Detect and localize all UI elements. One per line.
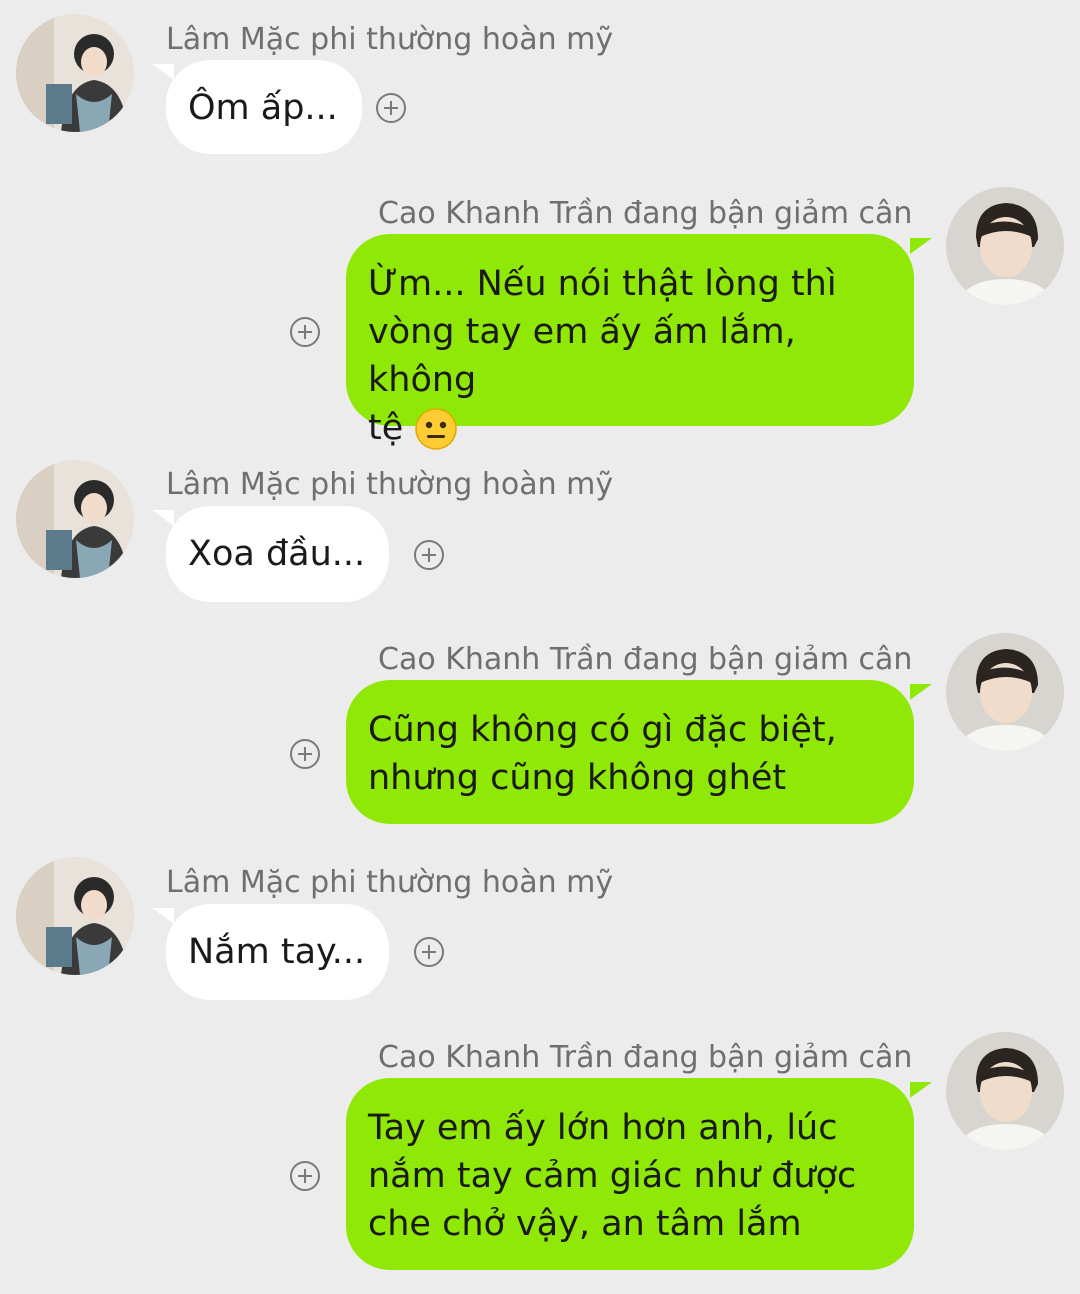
message-text: Nắm tay... [188,932,366,972]
avatar-photo [946,187,1064,305]
message-bubble[interactable]: Cũng không có gì đặc biệt, nhưng cũng kh… [346,680,914,824]
bubble-tail [910,238,932,254]
sender-name: Cao Khanh Trần đang bận giảm cân [378,642,913,677]
message-bubble[interactable]: Ôm ấp... [166,60,362,154]
avatar-lam-mac[interactable] [16,857,134,975]
sender-name: Lâm Mặc phi thường hoàn mỹ [166,865,614,900]
neutral-face-icon [415,408,458,450]
avatar-cao-khanh-tran[interactable] [946,1032,1064,1150]
message-text-line: Cũng không có gì đặc biệt, [368,710,837,750]
message-text-line: vòng tay em ấy ấm lắm, không [368,312,796,400]
plus-circle-icon[interactable] [290,317,320,347]
message-text-line: nhưng cũng không ghét [368,758,787,798]
message-bubble[interactable]: Nắm tay... [166,904,390,1000]
message-text: tệ [368,408,404,448]
bubble-tail [152,510,174,526]
bubble-tail [910,1082,932,1098]
message-text-line: nắm tay cảm giác như được [368,1156,857,1196]
message-bubble[interactable]: Xoa đầu... [166,506,390,602]
sender-name: Lâm Mặc phi thường hoàn mỹ [166,22,614,57]
avatar-photo [16,857,134,975]
avatar-lam-mac[interactable] [16,460,134,578]
message-text-line: che chở vậy, an tâm lắm [368,1204,802,1244]
bubble-tail [152,908,174,924]
plus-circle-icon[interactable] [290,739,320,769]
avatar-photo [16,460,134,578]
avatar-photo [16,14,134,132]
avatar-cao-khanh-tran[interactable] [946,633,1064,751]
sender-name: Lâm Mặc phi thường hoàn mỹ [166,467,614,502]
sender-name: Cao Khanh Trần đang bận giảm cân [378,196,913,231]
message-text: Ôm ấp... [188,88,338,128]
sender-name: Cao Khanh Trần đang bận giảm cân [378,1040,913,1075]
avatar-photo [946,1032,1064,1150]
plus-circle-icon[interactable] [376,93,406,123]
plus-circle-icon[interactable] [414,937,444,967]
message-text-line: Ừm... Nếu nói thật lòng thì [368,264,837,304]
message-text-line-with-emoji: tệ [368,404,888,452]
plus-circle-icon[interactable] [290,1161,320,1191]
bubble-tail [910,684,932,700]
message-bubble[interactable]: Tay em ấy lớn hơn anh, lúc nắm tay cảm g… [346,1078,914,1270]
plus-circle-icon[interactable] [414,540,444,570]
avatar-photo [946,633,1064,751]
message-bubble[interactable]: Ừm... Nếu nói thật lòng thì vòng tay em … [346,234,914,450]
message-text: Xoa đầu... [188,534,366,574]
avatar-cao-khanh-tran[interactable] [946,187,1064,305]
avatar-lam-mac[interactable] [16,14,134,132]
chat-thread: Lâm Mặc phi thường hoàn mỹ Ôm ấp... Cao … [0,0,1080,1294]
message-text-line: Tay em ấy lớn hơn anh, lúc [368,1108,838,1148]
bubble-tail [152,64,174,80]
